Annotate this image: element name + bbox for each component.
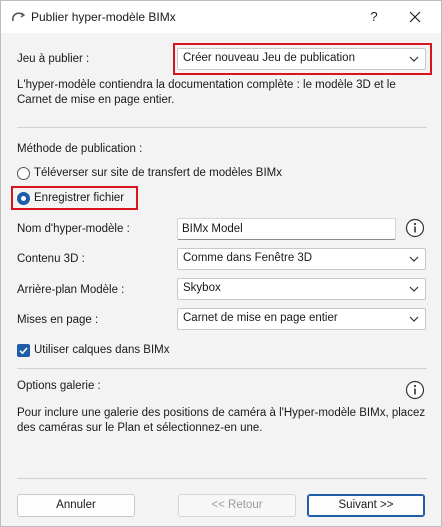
close-icon[interactable] xyxy=(404,7,426,27)
help-button[interactable]: ? xyxy=(363,7,385,27)
chevron-down-icon xyxy=(409,286,419,292)
layouts-value: Carnet de mise en page entier xyxy=(183,312,338,324)
bimx-publish-icon xyxy=(11,12,25,22)
checkmark-icon xyxy=(19,347,28,355)
publish-set-label: Jeu à publier : xyxy=(17,53,90,65)
model-background-select[interactable]: Skybox xyxy=(177,278,426,300)
use-layers-checkbox[interactable] xyxy=(17,344,30,357)
highlight-publish-set xyxy=(173,43,432,75)
highlight-save-file xyxy=(11,186,138,210)
next-button[interactable]: Suivant >> xyxy=(307,494,425,517)
layouts-select[interactable]: Carnet de mise en page entier xyxy=(177,308,426,330)
model-name-field[interactable] xyxy=(177,218,396,240)
back-button[interactable]: << Retour xyxy=(178,494,296,517)
gallery-options-label: Options galerie : xyxy=(17,380,101,392)
radio-upload-label[interactable]: Téléverser sur site de transfert de modè… xyxy=(34,167,282,179)
publish-bimx-dialog: Publier hyper-modèle BIMx ? Jeu à publie… xyxy=(0,0,442,527)
divider xyxy=(17,478,427,479)
model-background-value: Skybox xyxy=(183,282,221,294)
chevron-down-icon xyxy=(409,316,419,322)
model-name-label: Nom d'hyper-modèle : xyxy=(17,223,130,235)
divider xyxy=(17,127,427,128)
content-3d-select[interactable]: Comme dans Fenêtre 3D xyxy=(177,248,426,270)
chevron-down-icon xyxy=(409,256,419,262)
content-3d-label: Contenu 3D : xyxy=(17,253,85,265)
publish-method-label: Méthode de publication : xyxy=(17,143,143,155)
window-title: Publier hyper-modèle BIMx xyxy=(31,10,176,24)
info-icon[interactable] xyxy=(405,380,425,400)
title-bar: Publier hyper-modèle BIMx ? xyxy=(1,1,441,33)
info-icon[interactable] xyxy=(405,218,425,238)
use-layers-label[interactable]: Utiliser calques dans BIMx xyxy=(34,344,170,356)
publish-set-description: L'hyper-modèle contiendra la documentati… xyxy=(17,79,396,106)
divider xyxy=(17,368,427,369)
model-background-label: Arrière-plan Modèle : xyxy=(17,284,125,296)
cancel-button[interactable]: Annuler xyxy=(17,494,135,517)
model-name-input[interactable] xyxy=(182,221,382,237)
layouts-label: Mises en page : xyxy=(17,314,99,326)
gallery-description: Pour inclure une galerie des positions d… xyxy=(17,407,426,434)
radio-upload[interactable] xyxy=(17,167,30,180)
content-3d-value: Comme dans Fenêtre 3D xyxy=(183,252,313,264)
